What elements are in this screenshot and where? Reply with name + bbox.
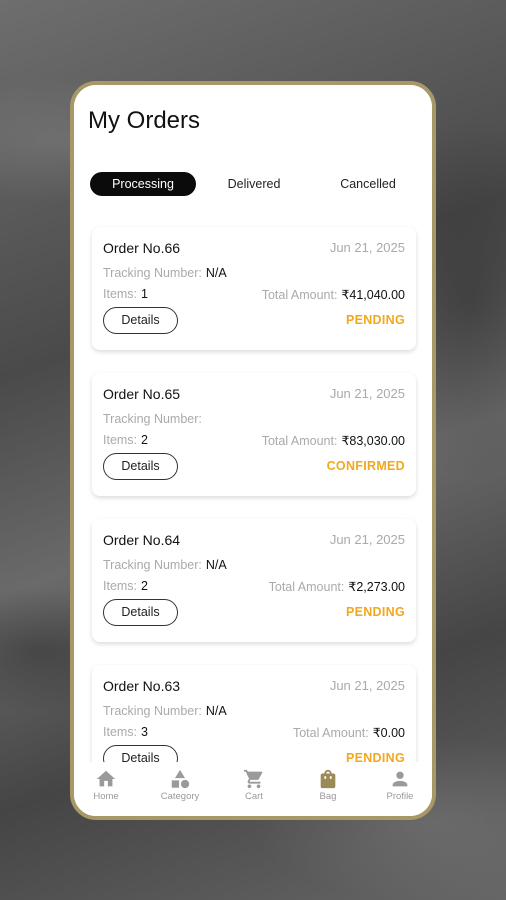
order-status: PENDING: [345, 313, 405, 327]
page-title: My Orders: [88, 107, 201, 134]
items-count: 2: [141, 433, 148, 447]
order-status: PENDING: [345, 605, 405, 619]
nav-home-label: Home: [93, 791, 119, 802]
tracking-row: Tracking Number: N/A: [103, 266, 227, 280]
order-card: Order No.63 Jun 21, 2025 Tracking Number…: [92, 665, 416, 770]
total-amount: ₹41,040.00: [341, 288, 405, 302]
nav-category-label: Category: [160, 791, 200, 802]
total-label: Total Amount:: [268, 580, 345, 594]
order-number: Order No.63: [103, 678, 181, 694]
tracking-row: Tracking Number:: [103, 412, 206, 426]
order-status: CONFIRMED: [326, 459, 405, 473]
order-date: Jun 21, 2025: [329, 678, 405, 693]
items-row: Items: 1: [103, 287, 148, 301]
tracking-label: Tracking Number:: [103, 704, 202, 718]
nav-profile[interactable]: Profile: [370, 768, 430, 802]
total-amount: ₹0.00: [372, 726, 405, 740]
tracking-label: Tracking Number:: [103, 558, 202, 572]
nav-cart-label: Cart: [245, 791, 263, 802]
items-row: Items: 3: [103, 725, 148, 739]
order-number: Order No.64: [103, 532, 181, 548]
bag-icon: [320, 769, 336, 789]
order-status-tabs: Processing Delivered Cancelled: [88, 172, 420, 196]
tab-delivered[interactable]: Delivered: [208, 172, 300, 196]
items-count: 2: [141, 579, 148, 593]
items-label: Items:: [103, 433, 138, 447]
total-label: Total Amount:: [261, 288, 338, 302]
order-card: Order No.64 Jun 21, 2025 Tracking Number…: [92, 519, 416, 642]
profile-icon: [392, 771, 408, 787]
items-label: Items:: [103, 579, 138, 593]
total-row: Total Amount: ₹83,030.00: [262, 433, 405, 448]
cart-icon: [243, 769, 263, 789]
nav-profile-label: Profile: [386, 791, 414, 802]
order-number: Order No.65: [103, 386, 181, 402]
details-button[interactable]: Details: [103, 599, 178, 626]
nav-bag-label: Bag: [319, 791, 337, 802]
phone-frame: My Orders Processing Delivered Cancelled…: [70, 81, 436, 820]
tab-processing[interactable]: Processing: [90, 172, 196, 196]
tracking-value: N/A: [205, 558, 227, 572]
details-button[interactable]: Details: [103, 307, 178, 334]
tracking-label: Tracking Number:: [103, 412, 202, 426]
tracking-row: Tracking Number: N/A: [103, 704, 227, 718]
items-count: 1: [141, 287, 148, 301]
order-card: Order No.66 Jun 21, 2025 Tracking Number…: [92, 227, 416, 350]
items-row: Items: 2: [103, 433, 148, 447]
order-date: Jun 21, 2025: [329, 386, 405, 401]
items-label: Items:: [103, 725, 138, 739]
home-icon: [96, 770, 116, 787]
items-row: Items: 2: [103, 579, 148, 593]
orders-screen: My Orders Processing Delivered Cancelled…: [74, 85, 432, 816]
total-amount: ₹2,273.00: [348, 580, 405, 594]
total-amount: ₹83,030.00: [341, 434, 405, 448]
tracking-value: N/A: [205, 704, 227, 718]
bottom-nav: Home Category Cart Bag Profile: [74, 762, 432, 816]
total-label: Total Amount:: [261, 434, 338, 448]
tracking-row: Tracking Number: N/A: [103, 558, 227, 572]
items-label: Items:: [103, 287, 138, 301]
items-count: 3: [141, 725, 148, 739]
order-date: Jun 21, 2025: [329, 240, 405, 255]
tracking-value: N/A: [205, 266, 227, 280]
nav-cart[interactable]: Cart: [224, 768, 284, 802]
tracking-label: Tracking Number:: [103, 266, 202, 280]
order-number: Order No.66: [103, 240, 181, 256]
order-card: Order No.65 Jun 21, 2025 Tracking Number…: [92, 373, 416, 496]
category-icon: [171, 769, 190, 789]
nav-category[interactable]: Category: [150, 768, 210, 802]
nav-bag[interactable]: Bag: [298, 768, 358, 802]
order-date: Jun 21, 2025: [329, 532, 405, 547]
details-button[interactable]: Details: [103, 453, 178, 480]
total-label: Total Amount:: [292, 726, 369, 740]
orders-list[interactable]: Order No.66 Jun 21, 2025 Tracking Number…: [74, 225, 432, 770]
tab-cancelled[interactable]: Cancelled: [322, 172, 414, 196]
total-row: Total Amount: ₹2,273.00: [269, 579, 405, 594]
nav-home[interactable]: Home: [76, 768, 136, 802]
total-row: Total Amount: ₹0.00: [293, 725, 405, 740]
total-row: Total Amount: ₹41,040.00: [262, 287, 405, 302]
